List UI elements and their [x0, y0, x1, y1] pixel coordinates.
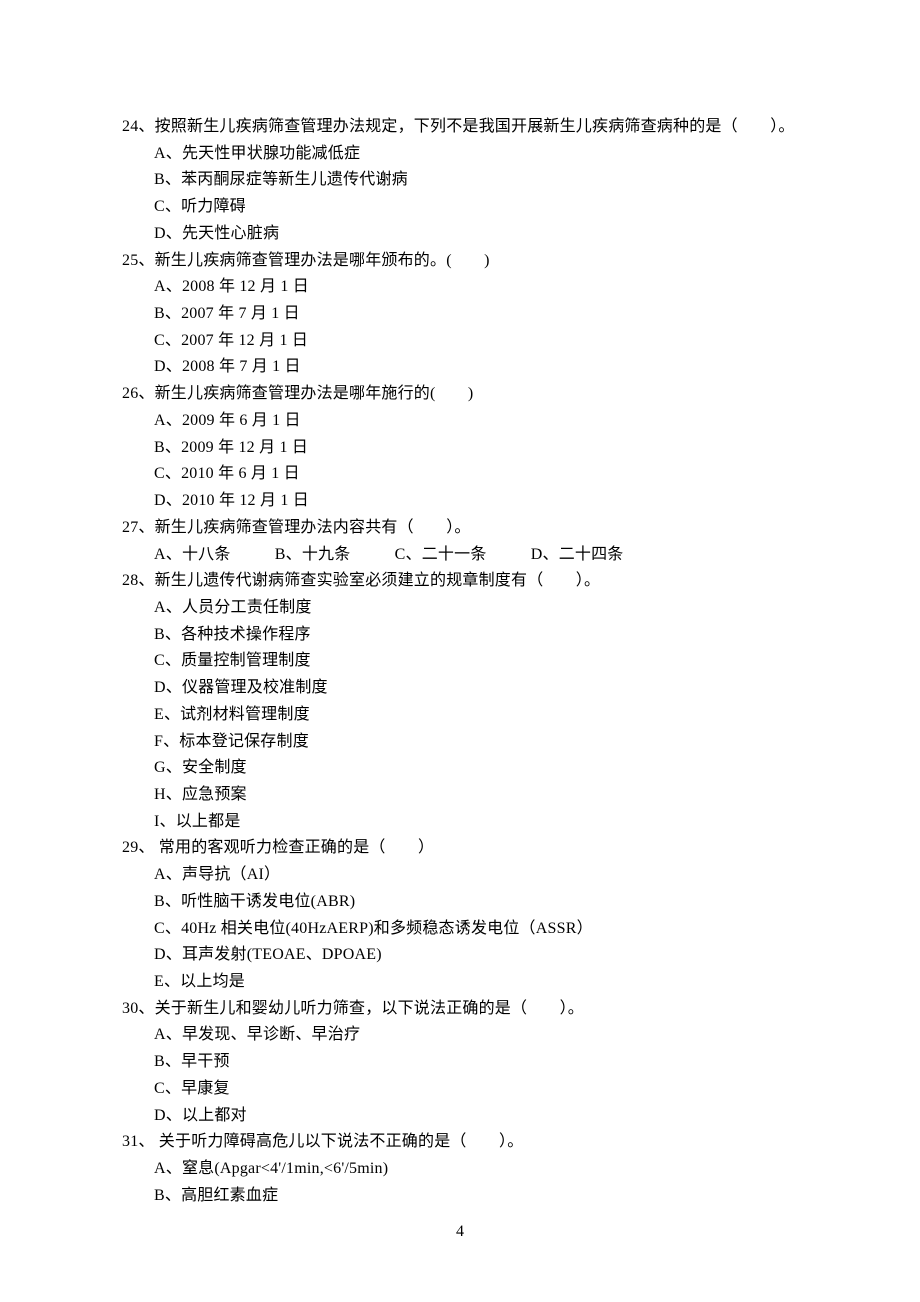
page-number: 4	[0, 1219, 920, 1246]
question-option: D、仪器管理及校准制度	[122, 675, 800, 702]
question-stem: 30、关于新生儿和婴幼儿听力筛查，以下说法正确的是（ ）。	[122, 996, 800, 1023]
question-option: C、40Hz 相关电位(40HzAERP)和多频稳态诱发电位（ASSR）	[122, 916, 800, 943]
question-option: C、2007 年 12 月 1 日	[122, 328, 800, 355]
question-29: 29、 常用的客观听力检查正确的是（ ） A、声导抗（AI） B、听性脑干诱发电…	[122, 835, 800, 995]
question-option: D、耳声发射(TEOAE、DPOAE)	[122, 942, 800, 969]
question-option: A、窒息(Apgar<4'/1min,<6'/5min)	[122, 1156, 800, 1183]
question-option: B、2009 年 12 月 1 日	[122, 435, 800, 462]
question-option: D、2008 年 7 月 1 日	[122, 354, 800, 381]
question-option: A、先天性甲状腺功能减低症	[122, 141, 800, 168]
question-option: B、2007 年 7 月 1 日	[122, 301, 800, 328]
question-30: 30、关于新生儿和婴幼儿听力筛查，以下说法正确的是（ ）。 A、早发现、早诊断、…	[122, 996, 800, 1130]
question-option: A、十八条	[154, 546, 231, 563]
question-option: D、先天性心脏病	[122, 221, 800, 248]
question-option: E、试剂材料管理制度	[122, 702, 800, 729]
question-stem: 24、按照新生儿疾病筛查管理办法规定，下列不是我国开展新生儿疾病筛查病种的是（ …	[122, 114, 800, 141]
question-option: C、早康复	[122, 1076, 800, 1103]
question-option: A、2008 年 12 月 1 日	[122, 274, 800, 301]
question-option: B、早干预	[122, 1049, 800, 1076]
question-stem: 31、 关于听力障碍高危儿以下说法不正确的是（ ）。	[122, 1129, 800, 1156]
question-option: D、二十四条	[531, 546, 624, 563]
question-option: B、听性脑干诱发电位(ABR)	[122, 889, 800, 916]
question-option: A、声导抗（AI）	[122, 862, 800, 889]
question-option: D、2010 年 12 月 1 日	[122, 488, 800, 515]
question-option: E、以上均是	[122, 969, 800, 996]
question-option: D、以上都对	[122, 1103, 800, 1130]
question-option: A、2009 年 6 月 1 日	[122, 408, 800, 435]
question-stem: 25、新生儿疾病筛查管理办法是哪年颁布的。( )	[122, 248, 800, 275]
question-option: C、2010 年 6 月 1 日	[122, 461, 800, 488]
question-option: H、应急预案	[122, 782, 800, 809]
question-option: B、高胆红素血症	[122, 1183, 800, 1210]
question-24: 24、按照新生儿疾病筛查管理办法规定，下列不是我国开展新生儿疾病筛查病种的是（ …	[122, 114, 800, 248]
question-option: C、质量控制管理制度	[122, 648, 800, 675]
question-option: A、早发现、早诊断、早治疗	[122, 1022, 800, 1049]
question-stem: 27、新生儿疾病筛查管理办法内容共有（ ）。	[122, 515, 800, 542]
page-content: 24、按照新生儿疾病筛查管理办法规定，下列不是我国开展新生儿疾病筛查病种的是（ …	[0, 0, 920, 1209]
question-31: 31、 关于听力障碍高危儿以下说法不正确的是（ ）。 A、窒息(Apgar<4'…	[122, 1129, 800, 1209]
question-27: 27、新生儿疾病筛查管理办法内容共有（ ）。 A、十八条 B、十九条 C、二十一…	[122, 515, 800, 568]
question-26: 26、新生儿疾病筛查管理办法是哪年施行的( ) A、2009 年 6 月 1 日…	[122, 381, 800, 515]
question-option: B、苯丙酮尿症等新生儿遗传代谢病	[122, 167, 800, 194]
question-stem: 28、新生儿遗传代谢病筛查实验室必须建立的规章制度有（ ）。	[122, 568, 800, 595]
question-option: A、人员分工责任制度	[122, 595, 800, 622]
question-option: G、安全制度	[122, 755, 800, 782]
question-option: C、听力障碍	[122, 194, 800, 221]
question-option: I、以上都是	[122, 809, 800, 836]
question-option: C、二十一条	[395, 546, 487, 563]
question-option: B、十九条	[275, 546, 351, 563]
question-25: 25、新生儿疾病筛查管理办法是哪年颁布的。( ) A、2008 年 12 月 1…	[122, 248, 800, 382]
question-option: F、标本登记保存制度	[122, 729, 800, 756]
question-stem: 29、 常用的客观听力检查正确的是（ ）	[122, 835, 800, 862]
question-28: 28、新生儿遗传代谢病筛查实验室必须建立的规章制度有（ ）。 A、人员分工责任制…	[122, 568, 800, 835]
question-stem: 26、新生儿疾病筛查管理办法是哪年施行的( )	[122, 381, 800, 408]
question-options-row: A、十八条 B、十九条 C、二十一条 D、二十四条	[122, 542, 800, 569]
question-option: B、各种技术操作程序	[122, 622, 800, 649]
